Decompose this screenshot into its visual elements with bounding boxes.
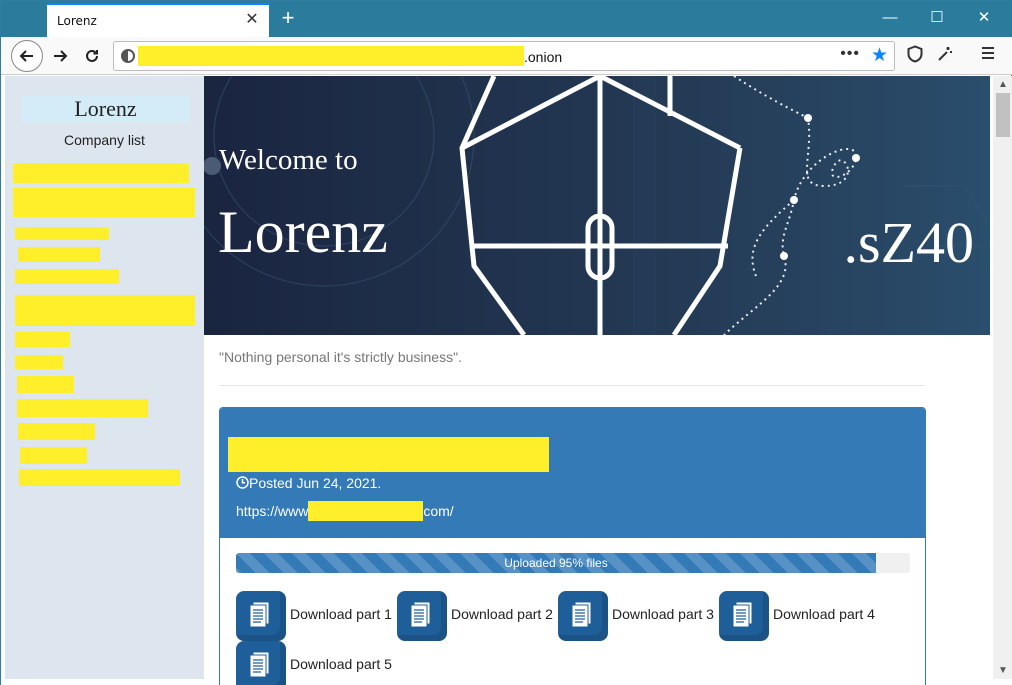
hero-banner: Welcome to Lorenz .sZ40 (204, 76, 990, 335)
browser-tab[interactable]: Lorenz ✕ (47, 3, 269, 37)
tab-title: Lorenz (57, 14, 97, 28)
main-content: Welcome to Lorenz .sZ40 "Nothing persona… (204, 76, 990, 685)
company-website[interactable]: https://www com/ (236, 501, 454, 521)
sidebar-item-redacted[interactable] (15, 332, 70, 347)
hamburger-menu-icon[interactable] (977, 45, 999, 67)
sidebar-item-redacted[interactable] (15, 269, 119, 284)
sidebar-item-redacted[interactable] (13, 188, 195, 217)
sidebar: Lorenz Company list (5, 76, 204, 679)
sidebar-item-redacted[interactable] (18, 423, 95, 440)
url-domain-redacted (308, 501, 424, 521)
sidebar-title: Lorenz (22, 96, 189, 122)
sidebar-item-redacted[interactable] (15, 227, 109, 240)
address-bar[interactable]: .onion ••• ★ (113, 41, 895, 71)
scroll-up-icon[interactable]: ▲ (993, 76, 1012, 93)
hero-extension: .sZ40 (843, 210, 975, 275)
tagline-quote: "Nothing personal it's strictly business… (219, 349, 462, 365)
url-redaction (138, 46, 524, 66)
sidebar-item-redacted[interactable] (19, 469, 180, 486)
posted-text: Posted Jun 24, 2021. (249, 475, 382, 491)
sidebar-item-redacted[interactable] (17, 399, 148, 417)
document-icon[interactable] (397, 591, 447, 641)
url-prefix: https://www (236, 503, 309, 519)
download-part-button[interactable]: Download part 2 (397, 591, 557, 641)
hero-welcome: Welcome to (219, 144, 358, 176)
divider (219, 385, 925, 386)
window-close-icon[interactable]: ✕ (961, 1, 1007, 35)
download-part-label[interactable]: Download part 1 (290, 606, 392, 622)
company-name-redacted[interactable] (228, 437, 549, 472)
sidebar-item-redacted[interactable] (17, 376, 74, 393)
download-part-label[interactable]: Download part 5 (290, 656, 392, 672)
new-tab-plus-icon[interactable]: + (277, 6, 299, 30)
posted-date: Posted Jun 24, 2021. (236, 475, 381, 491)
sidebar-item-redacted[interactable] (18, 247, 100, 262)
download-part-label[interactable]: Download part 2 (451, 606, 553, 622)
title-bar: Lorenz ✕ + — ☐ ✕ (1, 1, 1012, 37)
company-post-card: Posted Jun 24, 2021. https://www com/ Upl… (219, 407, 926, 685)
hero-title: Lorenz (218, 199, 388, 265)
download-part-label[interactable]: Download part 4 (773, 606, 875, 622)
nav-toolbar: .onion ••• ★ (1, 37, 1012, 75)
url-suffix: com/ (423, 503, 454, 519)
sidebar-item-redacted[interactable] (13, 163, 189, 183)
card-header: Posted Jun 24, 2021. https://www com/ (220, 408, 925, 538)
download-part-label[interactable]: Download part 3 (612, 606, 714, 622)
back-arrow-icon[interactable] (11, 40, 43, 72)
download-part-button[interactable]: Download part 4 (719, 591, 879, 641)
progress-label: Uploaded 95% files (504, 556, 608, 570)
download-part-button[interactable]: Download part 5 (236, 641, 396, 685)
sidebar-item-redacted[interactable] (15, 295, 195, 326)
document-icon[interactable] (236, 641, 286, 685)
tab-close-icon[interactable]: ✕ (243, 11, 261, 29)
page-scrollbar[interactable]: ▲ ▼ (993, 76, 1012, 679)
download-part-button[interactable]: Download part 3 (558, 591, 718, 641)
scroll-thumb[interactable] (996, 93, 1010, 137)
tor-onion-icon[interactable] (121, 49, 135, 63)
magic-wand-icon[interactable] (934, 45, 956, 67)
page-actions-icon[interactable]: ••• (840, 45, 860, 63)
download-part-button[interactable]: Download part 1 (236, 591, 396, 641)
reload-icon[interactable] (77, 41, 107, 71)
sidebar-subtitle: Company list (64, 132, 145, 148)
shield-icon[interactable] (904, 45, 926, 67)
scroll-down-icon[interactable]: ▼ (993, 662, 1012, 679)
maximize-icon[interactable]: ☐ (914, 1, 960, 35)
bookmark-star-icon[interactable]: ★ (871, 44, 888, 67)
forward-arrow-icon[interactable] (45, 41, 75, 71)
clock-icon (236, 476, 249, 489)
upload-progress-bar: Uploaded 95% files (236, 553, 910, 573)
document-icon[interactable] (236, 591, 286, 641)
browser-window: Lorenz ✕ + — ☐ ✕ .onion ••• ★ Lorenz Com… (0, 0, 1012, 685)
url-suffix: .onion (524, 49, 563, 65)
sidebar-item-redacted[interactable] (20, 447, 87, 464)
page-viewport: Lorenz Company list Welcome to Lorenz .s… (1, 76, 1012, 685)
document-icon[interactable] (719, 591, 769, 641)
document-icon[interactable] (558, 591, 608, 641)
minimize-icon[interactable]: — (867, 1, 913, 35)
sidebar-item-redacted[interactable] (15, 355, 63, 369)
